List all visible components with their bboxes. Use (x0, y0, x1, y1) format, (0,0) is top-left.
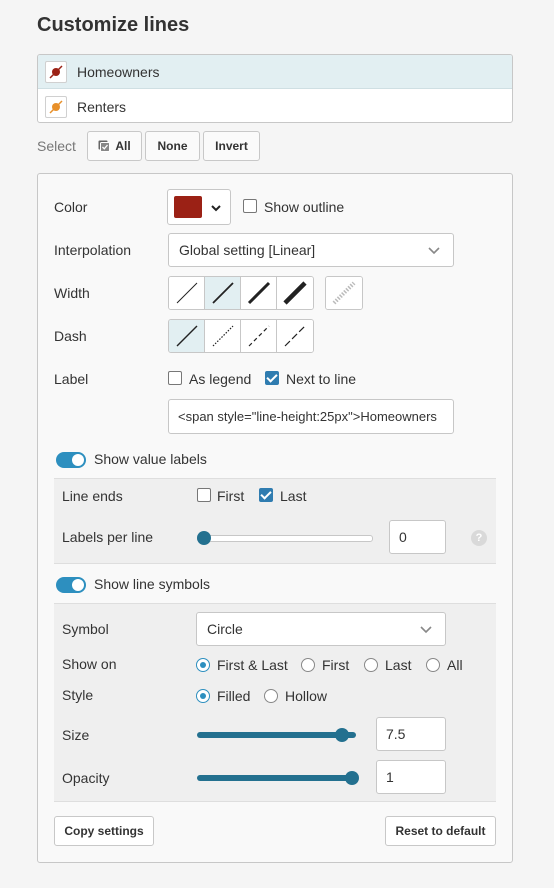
as-legend-label: As legend (189, 371, 252, 387)
style-hollow-label: Hollow (285, 688, 328, 704)
chevron-down-icon (420, 626, 432, 634)
line-ends-first-checkbox[interactable] (197, 488, 211, 502)
dash-option-long-dashed[interactable] (277, 320, 313, 352)
custom-width-icon (332, 281, 356, 305)
show-on-label: Show on (62, 656, 117, 672)
size-slider-thumb[interactable] (335, 728, 349, 742)
style-filled-radio[interactable] (196, 689, 210, 703)
size-slider-fill (197, 732, 356, 738)
show-on-first-label: First (322, 657, 350, 673)
dotted-line-icon (212, 325, 233, 347)
opacity-slider-fill (197, 775, 356, 781)
show-on-last-radio[interactable] (364, 658, 378, 672)
dashed-line-icon (248, 325, 269, 347)
next-to-line-checkbox[interactable] (265, 371, 279, 385)
line-item-homeowners[interactable]: Homeowners (38, 55, 512, 89)
long-dashed-line-icon (284, 325, 306, 347)
color-picker-button[interactable] (167, 189, 231, 225)
extra-thick-line-icon (283, 281, 307, 305)
size-label: Size (62, 727, 90, 743)
show-outline-checkbox[interactable] (243, 199, 257, 213)
help-icon[interactable]: ? (471, 530, 487, 546)
interpolation-select[interactable]: Global setting [Linear] (168, 233, 454, 267)
line-ends-last-checkbox[interactable] (259, 488, 273, 502)
interpolation-value: Global setting [Linear] (179, 242, 316, 258)
as-legend-checkbox[interactable] (168, 371, 182, 385)
size-input[interactable]: 7.5 (376, 717, 446, 751)
line-ends-label: Line ends (62, 488, 123, 504)
copy-settings-button[interactable]: Copy settings (54, 816, 154, 846)
chevron-down-icon (211, 205, 221, 212)
label-text-value: <span style="line-height:25px">Homeowner… (178, 409, 437, 424)
line-item-label: Renters (77, 99, 127, 115)
width-option-2[interactable] (205, 277, 241, 309)
width-label: Width (54, 285, 90, 301)
checkbox-stack-icon (98, 140, 111, 152)
line-ends-last-label: Last (280, 488, 307, 504)
show-on-all-radio[interactable] (426, 658, 440, 672)
dash-option-solid[interactable] (169, 320, 205, 352)
labels-per-line-input[interactable]: 0 (389, 520, 446, 554)
dash-label: Dash (54, 328, 87, 344)
renters-line-swatch-icon (45, 96, 67, 118)
custom-width-button[interactable] (325, 276, 363, 310)
color-label: Color (54, 199, 88, 215)
width-option-3[interactable] (241, 277, 277, 309)
show-on-last-label: Last (385, 657, 412, 673)
show-on-first-last-label: First & Last (217, 657, 288, 673)
thin-line-icon (176, 282, 197, 304)
label-text-input[interactable]: <span style="line-height:25px">Homeowner… (168, 399, 454, 434)
style-label: Style (62, 687, 94, 703)
medium-line-icon (211, 282, 234, 304)
labels-per-line-slider-thumb[interactable] (197, 531, 211, 545)
symbol-label: Symbol (62, 621, 109, 637)
label-label: Label (54, 371, 89, 387)
next-to-line-label: Next to line (286, 371, 357, 387)
labels-per-line-label: Labels per line (62, 529, 154, 545)
line-ends-first-label: First (217, 488, 245, 504)
symbol-select[interactable]: Circle (196, 612, 446, 646)
opacity-label: Opacity (62, 770, 110, 786)
line-item-renters[interactable]: Renters (38, 90, 512, 122)
show-line-symbols-toggle[interactable] (56, 577, 86, 593)
labels-per-line-track (197, 535, 373, 542)
interpolation-label: Interpolation (54, 242, 132, 258)
thick-line-icon (247, 281, 270, 305)
homeowners-line-swatch-icon (45, 60, 67, 83)
select-invert-button[interactable]: Invert (203, 131, 260, 161)
width-option-4[interactable] (277, 277, 313, 309)
select-none-button[interactable]: None (145, 131, 200, 161)
dash-segmented-control (168, 319, 314, 353)
style-hollow-radio[interactable] (264, 689, 278, 703)
show-line-symbols-label: Show line symbols (94, 576, 210, 592)
select-label: Select (37, 138, 76, 154)
solid-line-icon (176, 325, 197, 347)
symbol-value: Circle (207, 621, 243, 637)
chevron-down-icon (428, 247, 440, 255)
show-on-all-label: All (447, 657, 463, 673)
dash-option-dotted[interactable] (205, 320, 241, 352)
reset-to-default-button[interactable]: Reset to default (385, 816, 496, 846)
opacity-slider-thumb[interactable] (345, 771, 359, 785)
width-segmented-control (168, 276, 314, 310)
line-item-label: Homeowners (77, 63, 160, 80)
page-title: Customize lines (37, 14, 190, 36)
show-on-first-radio[interactable] (301, 658, 315, 672)
opacity-input[interactable]: 1 (376, 760, 446, 794)
show-outline-label: Show outline (264, 199, 345, 215)
width-option-1[interactable] (169, 277, 205, 309)
show-value-labels-label: Show value labels (94, 451, 207, 467)
color-swatch (174, 196, 202, 218)
select-all-label: All (115, 139, 131, 153)
show-on-first-last-radio[interactable] (196, 658, 210, 672)
line-list: Homeowners Renters (37, 54, 513, 123)
style-filled-label: Filled (217, 688, 251, 704)
select-all-button[interactable]: All (87, 131, 142, 161)
show-value-labels-toggle[interactable] (56, 452, 86, 468)
dash-option-dashed[interactable] (241, 320, 277, 352)
